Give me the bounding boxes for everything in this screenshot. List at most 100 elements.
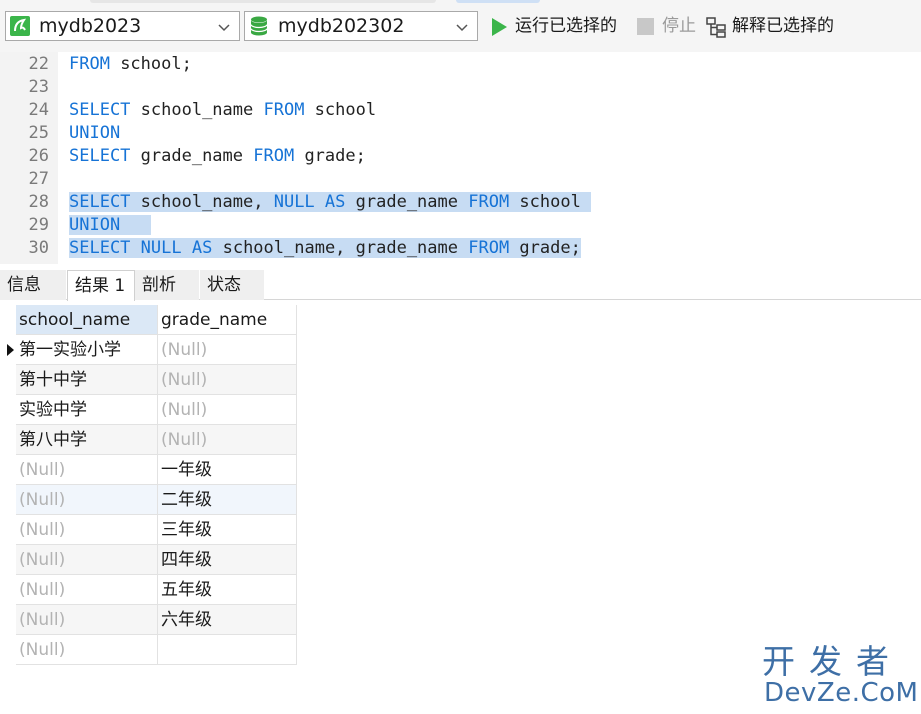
cell-school-name[interactable]: 第十中学 [16, 365, 158, 395]
sql-text: grade_name [130, 146, 254, 166]
connection-name: mydb2023 [39, 15, 142, 37]
tab-info[interactable]: 信息 [0, 270, 66, 300]
sql-keyword: UNION [69, 123, 121, 143]
table-row[interactable]: (Null) 二年级 [0, 485, 297, 515]
cell-grade-name[interactable]: (Null) [158, 365, 297, 395]
cell-school-name[interactable]: (Null) [16, 605, 158, 635]
table-row[interactable]: (Null) 三年级 [0, 515, 297, 545]
cell-grade-name[interactable]: (Null) [158, 425, 297, 455]
code-text: SELECT school_name, NULL AS grade_name F… [69, 191, 592, 214]
table-row[interactable]: 第一实验小学 (Null) [0, 335, 297, 365]
watermark-site-text: DevZe.CoM [764, 678, 919, 708]
table-row[interactable]: 第八中学 (Null) [0, 425, 297, 455]
sql-text: school_name, [130, 192, 274, 212]
line-number: 22 [28, 54, 49, 74]
selected-text: SELECT school_name, NULL AS grade_name F… [69, 192, 592, 212]
sql-text: school_name, grade_name [212, 238, 469, 258]
watermark-logo-text: 开发者 [762, 642, 903, 681]
database-select[interactable]: mydb202302 [244, 11, 478, 41]
sql-text: school; [109, 54, 192, 74]
sql-keyword: FROM [468, 238, 510, 258]
tab-profile[interactable]: 剖析 [135, 270, 199, 300]
table-row[interactable]: 实验中学 (Null) [0, 395, 297, 425]
cell-grade-name[interactable]: 二年级 [158, 485, 297, 515]
cell-school-name[interactable]: 实验中学 [16, 395, 158, 425]
line-number: 24 [28, 100, 49, 120]
code-line[interactable]: 26 SELECT grade_name FROM grade; [0, 145, 921, 168]
table-row[interactable]: (Null) 六年级 [0, 605, 297, 635]
line-number: 30 [28, 238, 49, 258]
sql-text: grade; [294, 146, 366, 166]
row-selector[interactable] [0, 395, 16, 425]
sql-keyword: SELECT [69, 100, 131, 120]
tab-result-1[interactable]: 结果 1 [67, 270, 135, 301]
row-selector[interactable] [0, 545, 16, 575]
line-number: 29 [28, 215, 49, 235]
sql-editor[interactable]: 22 FROM school; 23 24 SELECT school_name FRO… [0, 52, 921, 264]
code-line[interactable]: 25 UNION [0, 122, 921, 145]
tab-status[interactable]: 状态 [200, 270, 264, 300]
code-text: SELECT NULL AS school_name, grade_name F… [69, 237, 581, 260]
code-text: UNION [69, 122, 120, 145]
explain-plan-icon [706, 17, 726, 38]
sql-keyword: SELECT [69, 238, 131, 258]
row-selector[interactable] [0, 575, 16, 605]
run-selected-button[interactable]: 运行已选择的 [489, 13, 629, 39]
table-row[interactable]: (Null) [0, 635, 297, 665]
row-selector[interactable] [0, 485, 16, 515]
row-selector[interactable] [0, 335, 16, 365]
row-selector[interactable] [0, 365, 16, 395]
cell-school-name[interactable]: (Null) [16, 575, 158, 605]
line-number: 26 [28, 146, 49, 166]
table-row[interactable]: (Null) 五年级 [0, 575, 297, 605]
cell-grade-name[interactable]: 五年级 [158, 575, 297, 605]
table-row[interactable]: (Null) 四年级 [0, 545, 297, 575]
cell-school-name[interactable]: (Null) [16, 515, 158, 545]
cell-school-name[interactable]: (Null) [16, 485, 158, 515]
cell-grade-name[interactable]: 六年级 [158, 605, 297, 635]
explain-selected-button[interactable]: 解释已选择的 [706, 13, 856, 39]
code-line[interactable]: 24 SELECT school_name FROM school [0, 99, 921, 122]
connection-select[interactable]: mydb2023 [5, 11, 240, 41]
stop-icon [636, 17, 656, 37]
sql-text: grade; [509, 238, 581, 258]
row-selector[interactable] [0, 425, 16, 455]
code-line[interactable]: 27 [0, 168, 921, 191]
tab-strip-edge-active [456, 0, 540, 3]
cell-school-name[interactable]: 第八中学 [16, 425, 158, 455]
sql-text: grade_name [345, 192, 469, 212]
code-line[interactable]: 28 SELECT school_name, NULL AS grade_name… [0, 191, 921, 214]
code-text: SELECT grade_name FROM grade; [69, 145, 366, 168]
result-tab-bar: 信息 结果 1 剖析 状态 [0, 266, 921, 301]
cell-grade-name[interactable] [158, 635, 297, 665]
row-selector[interactable] [0, 635, 16, 665]
column-header-school-name[interactable]: school_name [16, 305, 158, 335]
cell-grade-name[interactable]: 一年级 [158, 455, 297, 485]
cell-grade-name[interactable]: (Null) [158, 395, 297, 425]
cell-school-name[interactable]: 第一实验小学 [16, 335, 158, 365]
code-line[interactable]: 23 [0, 76, 921, 99]
cell-school-name[interactable]: (Null) [16, 455, 158, 485]
row-selector[interactable] [0, 605, 16, 635]
cell-grade-name[interactable]: 三年级 [158, 515, 297, 545]
row-selector[interactable] [0, 515, 16, 545]
table-row[interactable]: 第十中学 (Null) [0, 365, 297, 395]
stop-button[interactable]: 停止 [636, 13, 700, 39]
code-line[interactable]: 29 UNION [0, 214, 921, 237]
line-number: 23 [28, 77, 49, 97]
cell-grade-name[interactable]: 四年级 [158, 545, 297, 575]
cell-school-name[interactable]: (Null) [16, 635, 158, 665]
table-row[interactable]: (Null) 一年级 [0, 455, 297, 485]
sql-keyword: AS [191, 238, 213, 258]
sql-keyword: FROM [468, 192, 510, 212]
row-selector[interactable] [0, 455, 16, 485]
cell-school-name[interactable]: (Null) [16, 545, 158, 575]
sql-keyword: FROM [69, 54, 110, 74]
query-toolbar: mydb2023 mydb202302 运行已选择的 停止 解释已选择的 [0, 0, 921, 52]
code-line[interactable]: 30 SELECT NULL AS school_name, grade_name… [0, 237, 921, 260]
column-header-grade-name[interactable]: grade_name [158, 305, 297, 335]
code-line[interactable]: 22 FROM school; [0, 53, 921, 76]
cell-grade-name[interactable]: (Null) [158, 335, 297, 365]
